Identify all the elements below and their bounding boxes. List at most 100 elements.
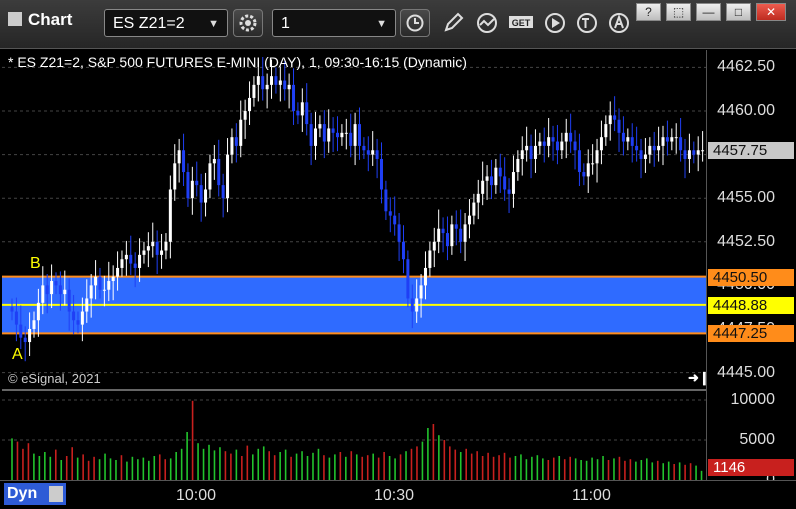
candle-body xyxy=(538,141,542,146)
candle-body xyxy=(107,281,111,290)
candle-body xyxy=(248,97,252,112)
label-b[interactable]: B xyxy=(30,255,41,273)
maximize-button[interactable]: □ xyxy=(726,3,751,21)
candle-body xyxy=(507,189,511,194)
candle-body xyxy=(221,185,225,199)
lock-icon[interactable] xyxy=(49,486,63,502)
candle-body xyxy=(520,150,524,159)
candle-body xyxy=(120,259,124,268)
candle-body xyxy=(375,150,379,159)
time-button[interactable] xyxy=(400,9,430,37)
pane-separator[interactable] xyxy=(2,389,706,391)
help-button[interactable]: ? xyxy=(636,3,661,21)
candle-body xyxy=(692,150,696,155)
candle-body xyxy=(481,180,485,194)
candle-body xyxy=(569,132,573,142)
price-axis[interactable]: 4462.504460.004457.504455.004452.504450.… xyxy=(706,50,796,488)
candle-body xyxy=(358,124,361,146)
candle-body xyxy=(41,285,45,303)
candle-body xyxy=(129,254,133,264)
draw-button[interactable] xyxy=(438,9,468,37)
candle-body xyxy=(142,250,146,255)
candle-body xyxy=(182,150,186,173)
candle-body xyxy=(415,298,419,312)
dynamic-mode-button[interactable]: Dyn xyxy=(4,483,66,505)
candle-body xyxy=(116,267,120,277)
candle-body xyxy=(256,76,260,85)
price-tick-label: 4445.00 xyxy=(717,363,775,381)
indicator-button[interactable] xyxy=(472,9,502,37)
candle-body xyxy=(582,172,586,177)
candle-body xyxy=(555,141,559,151)
candle-body xyxy=(511,172,515,194)
candle-body xyxy=(459,228,463,242)
candle-body xyxy=(45,285,49,295)
candle-body xyxy=(274,76,278,85)
candle-body xyxy=(322,124,326,142)
alert-icon xyxy=(609,13,629,33)
close-button[interactable]: ✕ xyxy=(756,3,786,21)
alert-button[interactable] xyxy=(604,9,634,37)
candle-body xyxy=(397,224,401,242)
candle-body xyxy=(72,311,76,321)
indicator-icon xyxy=(477,13,497,33)
symbol-value: ES Z21=2 xyxy=(113,15,185,32)
price-tick-label: 4460.00 xyxy=(717,102,775,120)
candle-body xyxy=(19,324,23,338)
candle-body xyxy=(67,289,71,312)
get-button[interactable]: GET xyxy=(506,9,536,37)
chevron-down-icon[interactable]: ▼ xyxy=(208,10,219,38)
candle-body xyxy=(450,224,454,247)
candle-body xyxy=(591,163,595,165)
play-icon xyxy=(545,13,565,33)
candle-body xyxy=(168,189,172,242)
candle-body xyxy=(287,84,291,90)
label-a[interactable]: A xyxy=(12,346,23,364)
candle-body xyxy=(503,176,507,190)
volume-tick-label: 5000 xyxy=(739,431,775,448)
candle-body xyxy=(542,141,546,146)
candle-body xyxy=(252,84,256,98)
price-tick-label: 4455.00 xyxy=(717,189,775,207)
time-axis[interactable]: Dyn 10:00 10:30 11:00 xyxy=(0,480,796,509)
candle-body xyxy=(309,124,313,146)
candle-body xyxy=(551,137,555,142)
candle-body xyxy=(151,241,155,247)
minimize-button[interactable]: — xyxy=(696,3,721,21)
candle-body xyxy=(199,185,203,203)
candle-body xyxy=(670,137,674,142)
clock-icon xyxy=(406,14,424,32)
candle-body xyxy=(432,241,436,251)
candle-body xyxy=(336,132,340,138)
chevron-down-icon[interactable]: ▼ xyxy=(376,10,387,38)
candle-body xyxy=(604,124,608,138)
last-price-tag: 4457.75 xyxy=(708,142,794,160)
candle-body xyxy=(94,276,98,286)
candle-body xyxy=(388,211,392,216)
candle-body xyxy=(529,145,533,159)
candle-body xyxy=(32,320,36,329)
candle-body xyxy=(212,158,216,164)
candle-body xyxy=(419,285,423,299)
zone-upper-tag: 4450.50 xyxy=(708,268,794,286)
text-button[interactable] xyxy=(572,9,602,37)
symbol-input[interactable]: ES Z21=2 ▼ xyxy=(104,9,228,37)
interval-input[interactable]: 1 ▼ xyxy=(272,9,396,37)
candle-body xyxy=(243,111,247,120)
candle-body xyxy=(445,233,449,247)
play-button[interactable] xyxy=(540,9,570,37)
candle-body xyxy=(85,298,89,312)
candle-body xyxy=(454,224,458,229)
candle-body xyxy=(204,189,208,203)
restore-button[interactable]: ⬚ xyxy=(666,3,691,21)
candle-body xyxy=(177,150,181,164)
candle-body xyxy=(36,302,40,321)
candle-body xyxy=(696,150,700,155)
candle-body xyxy=(23,337,27,343)
price-chart[interactable] xyxy=(2,50,706,390)
candle-body xyxy=(599,137,603,151)
candle-body xyxy=(406,259,410,299)
volume-chart[interactable] xyxy=(2,392,706,480)
settings-button[interactable] xyxy=(233,9,263,37)
get-icon: GET xyxy=(509,16,533,28)
